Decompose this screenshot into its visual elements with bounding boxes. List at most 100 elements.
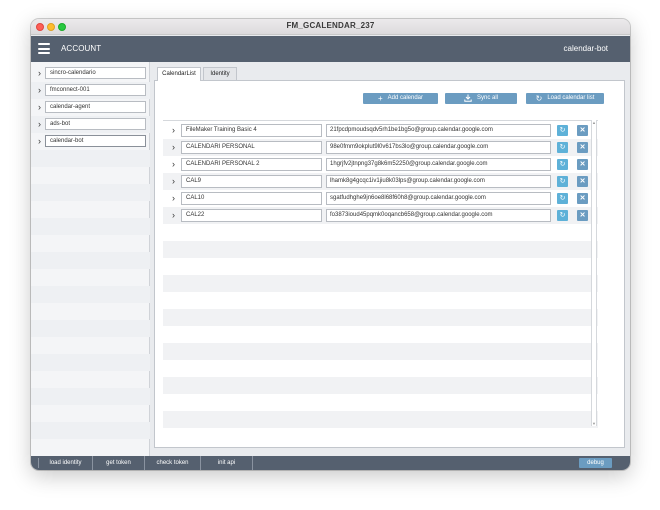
- delete-calendar-button[interactable]: ✕: [577, 193, 588, 204]
- footer-toolbar: load identity get token check token init…: [31, 456, 630, 470]
- chevron-right-icon[interactable]: ›: [35, 120, 44, 129]
- sidebar-item-label[interactable]: calendar-bot: [45, 135, 146, 147]
- calendar-name-field[interactable]: CALENDARI PERSONAL: [181, 141, 322, 154]
- calendar-empty-row: [163, 394, 598, 411]
- hamburger-menu-icon[interactable]: [38, 43, 50, 54]
- delete-calendar-button[interactable]: ✕: [577, 176, 588, 187]
- plus-icon: +: [377, 94, 383, 103]
- sidebar-empty-row: [31, 235, 150, 252]
- sidebar-item[interactable]: › sincro-calendario: [31, 65, 150, 82]
- delete-calendar-button[interactable]: ✕: [577, 142, 588, 153]
- sidebar-item-label[interactable]: calendar-agent: [45, 101, 146, 113]
- delete-calendar-button[interactable]: ✕: [577, 159, 588, 170]
- get-token-button[interactable]: get token: [93, 456, 145, 470]
- sidebar-item[interactable]: › calendar-bot: [31, 133, 150, 150]
- chevron-right-icon[interactable]: ›: [169, 143, 178, 152]
- debug-button[interactable]: debug: [579, 458, 612, 468]
- sidebar-empty-row: [31, 388, 150, 405]
- calendar-empty-row: [163, 241, 598, 258]
- calendar-row: › CAL22 fo3873ioud45pqmk0oqancb658@group.c…: [163, 207, 598, 224]
- add-calendar-label: Add calendar: [387, 95, 424, 101]
- calendar-name-field[interactable]: CALENDARI PERSONAL 2: [181, 158, 322, 171]
- calendar-list: › FileMaker Training Basic 4 21fpcdpmoudsq…: [163, 120, 598, 428]
- sidebar-item-label[interactable]: sincro-calendario: [45, 67, 146, 79]
- sidebar-item-label[interactable]: ads-bot: [45, 118, 146, 130]
- sync-calendar-button[interactable]: ↻: [557, 193, 568, 204]
- calendar-list-scrollbar[interactable]: ▲ ▼: [591, 120, 597, 426]
- chevron-right-icon[interactable]: ›: [169, 160, 178, 169]
- scroll-down-icon[interactable]: ▼: [592, 421, 596, 426]
- calendar-row: › FileMaker Training Basic 4 21fpcdpmoudsq…: [163, 122, 598, 139]
- sync-calendar-button[interactable]: ↻: [557, 210, 568, 221]
- delete-calendar-button[interactable]: ✕: [577, 210, 588, 221]
- load-calendar-list-button[interactable]: ↻ Load calendar list: [526, 93, 604, 104]
- sidebar-empty-row: [31, 405, 150, 422]
- sync-all-label: Sync all: [476, 95, 498, 101]
- app-header: ACCOUNT calendar-bot: [31, 36, 630, 62]
- calendar-row: › CAL9 lhamk8g4gcqc1iv1jiu8k03lps@group.ca…: [163, 173, 598, 190]
- calendar-name-field[interactable]: CAL22: [181, 209, 322, 222]
- delete-calendar-button[interactable]: ✕: [577, 125, 588, 136]
- sidebar-empty-row: [31, 184, 150, 201]
- account-sidebar: › sincro-calendario › fmconnect-001 › calenda…: [31, 62, 150, 456]
- init-api-button[interactable]: init api: [201, 456, 253, 470]
- calendar-empty-row: [163, 275, 598, 292]
- close-icon: ✕: [579, 127, 586, 134]
- sync-all-button[interactable]: Sync all: [445, 93, 517, 104]
- sidebar-item[interactable]: › calendar-agent: [31, 99, 150, 116]
- load-identity-button[interactable]: load identity: [39, 456, 93, 470]
- chevron-right-icon[interactable]: ›: [35, 103, 44, 112]
- calendar-empty-row: [163, 258, 598, 275]
- calendar-id-field[interactable]: sgatfudhghe9jn6oe8l68f60h8@group.calenda…: [326, 192, 551, 205]
- sidebar-empty-row: [31, 167, 150, 184]
- account-label: ACCOUNT: [61, 44, 102, 53]
- download-icon: [464, 93, 472, 104]
- sidebar-empty-row: [31, 303, 150, 320]
- calendar-id-field[interactable]: 1hgrjfv2jtnpng37g8k6m52250@group.calenda…: [326, 158, 551, 171]
- current-user-label: calendar-bot: [563, 44, 608, 53]
- sidebar-empty-row: [31, 252, 150, 269]
- calendar-id-field[interactable]: 98e0fmm9okplut9l0v617bs3lo@group.calenda…: [326, 141, 551, 154]
- refresh-icon: ↻: [559, 161, 566, 168]
- calendar-id-field[interactable]: 21fpcdpmoudsqdv5rh1be1bg5o@group.calenda…: [326, 124, 551, 137]
- calendar-empty-row: [163, 343, 598, 360]
- chevron-right-icon[interactable]: ›: [169, 194, 178, 203]
- calendar-name-field[interactable]: FileMaker Training Basic 4: [181, 124, 322, 137]
- calendar-name-field[interactable]: CAL10: [181, 192, 322, 205]
- chevron-right-icon[interactable]: ›: [35, 69, 44, 78]
- sync-calendar-button[interactable]: ↻: [557, 159, 568, 170]
- sync-calendar-button[interactable]: ↻: [557, 176, 568, 187]
- calendarlist-panel: + Add calendar Sync all ↻ Load calendar li…: [154, 80, 625, 448]
- calendar-empty-row: [163, 224, 598, 241]
- sidebar-item-label[interactable]: fmconnect-001: [45, 84, 146, 96]
- refresh-icon: ↻: [559, 178, 566, 185]
- tab-identity[interactable]: Identity: [203, 67, 237, 80]
- chevron-right-icon[interactable]: ›: [35, 137, 44, 146]
- close-icon: ✕: [579, 178, 586, 185]
- sidebar-item[interactable]: › ads-bot: [31, 116, 150, 133]
- sidebar-empty-row: [31, 320, 150, 337]
- refresh-icon: ↻: [559, 127, 566, 134]
- calendar-row: › CALENDARI PERSONAL 98e0fmm9okplut9l0v617…: [163, 139, 598, 156]
- close-icon: ✕: [579, 161, 586, 168]
- main-content: CalendarList Identity + Add calendar Sync…: [154, 67, 625, 448]
- scroll-up-icon[interactable]: ▲: [592, 120, 596, 125]
- chevron-right-icon[interactable]: ›: [35, 86, 44, 95]
- sidebar-item[interactable]: › fmconnect-001: [31, 82, 150, 99]
- close-icon: ✕: [579, 144, 586, 151]
- chevron-right-icon[interactable]: ›: [169, 177, 178, 186]
- add-calendar-button[interactable]: + Add calendar: [363, 93, 438, 104]
- calendar-name-field[interactable]: CAL9: [181, 175, 322, 188]
- calendar-id-field[interactable]: lhamk8g4gcqc1iv1jiu8k03lps@group.calenda…: [326, 175, 551, 188]
- calendar-empty-row: [163, 377, 598, 394]
- sync-calendar-button[interactable]: ↻: [557, 125, 568, 136]
- sidebar-empty-row: [31, 269, 150, 286]
- calendar-id-field[interactable]: fo3873ioud45pqmk0oqancb658@group.calenda…: [326, 209, 551, 222]
- chevron-right-icon[interactable]: ›: [169, 211, 178, 220]
- check-token-button[interactable]: check token: [145, 456, 201, 470]
- sync-calendar-button[interactable]: ↻: [557, 142, 568, 153]
- tab-calendarlist[interactable]: CalendarList: [157, 67, 201, 81]
- sidebar-empty-row: [31, 422, 150, 439]
- sidebar-empty-row: [31, 150, 150, 167]
- chevron-right-icon[interactable]: ›: [169, 126, 178, 135]
